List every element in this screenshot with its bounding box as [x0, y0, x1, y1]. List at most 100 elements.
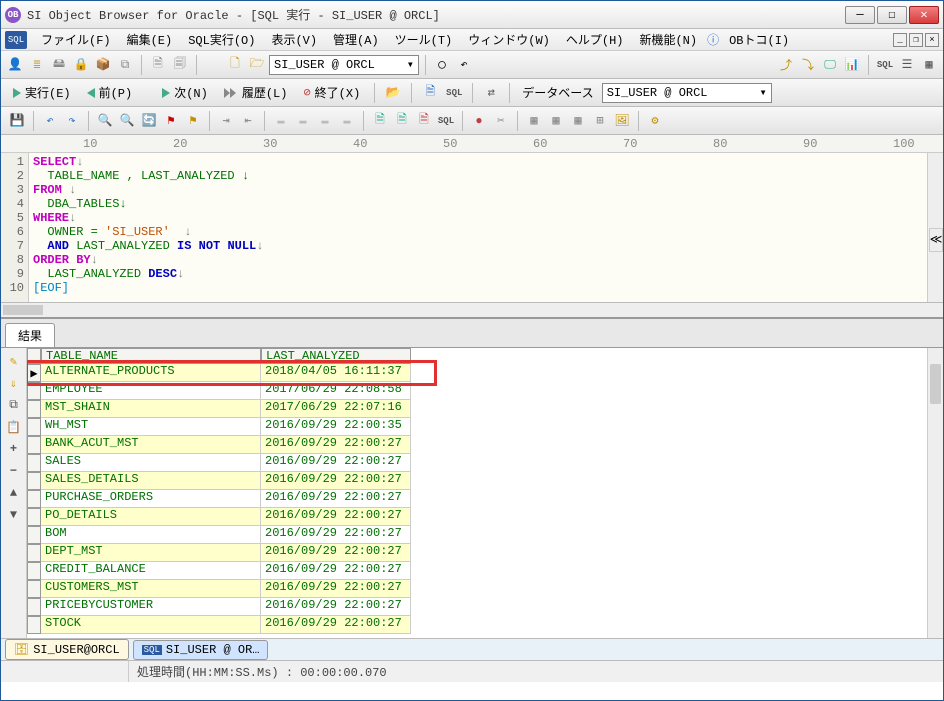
sql-sheet-icon[interactable]: SQL — [436, 111, 456, 131]
bookmark2-icon[interactable]: ⚑ — [183, 111, 203, 131]
table-row[interactable]: SALES_DETAILS2016/09/29 22:00:27 — [27, 472, 927, 490]
cell-last-analyzed[interactable]: 2016/09/29 22:00:27 — [261, 526, 411, 544]
cut-icon[interactable]: ✂ — [491, 111, 511, 131]
import-icon[interactable]: ⤵ — [798, 55, 818, 75]
add-row-icon[interactable]: + — [5, 440, 23, 458]
table-row[interactable]: PURCHASE_ORDERS2016/09/29 22:00:27 — [27, 490, 927, 508]
close-button[interactable]: ✕ — [909, 6, 939, 24]
undo-refresh-icon[interactable]: ↶ — [454, 55, 474, 75]
cell-last-analyzed[interactable]: 2016/09/29 22:00:35 — [261, 418, 411, 436]
grid1-icon[interactable]: ▦ — [524, 111, 544, 131]
sql-tool-icon[interactable]: SQL — [875, 55, 895, 75]
grid-tool-icon[interactable]: ▦ — [919, 55, 939, 75]
maximize-button[interactable]: ☐ — [877, 6, 907, 24]
table-row[interactable]: CREDIT_BALANCE2016/09/29 22:00:27 — [27, 562, 927, 580]
grid3-icon[interactable]: ▦ — [568, 111, 588, 131]
database-combo[interactable]: SI_USER @ ORCL ▾ — [602, 83, 772, 103]
menu-sql[interactable]: SQL実行(O) — [180, 29, 263, 50]
table-row[interactable]: MST_SHAIN2017/06/29 22:07:16 — [27, 400, 927, 418]
history-button[interactable]: 履歴(L) — [218, 82, 294, 103]
menu-view[interactable]: 表示(V) — [263, 29, 325, 50]
col-last-analyzed[interactable]: LAST_ANALYZED — [261, 348, 411, 364]
new-db-icon[interactable]: 🗋 — [225, 55, 245, 75]
cell-last-analyzed[interactable]: 2018/04/05 16:11:37 — [261, 364, 411, 382]
block2-icon[interactable]: ▬ — [293, 111, 313, 131]
commit-icon[interactable]: ⇓ — [5, 374, 23, 392]
cell-table-name[interactable]: PURCHASE_ORDERS — [41, 490, 261, 508]
table-row[interactable]: BOM2016/09/29 22:00:27 — [27, 526, 927, 544]
block4-icon[interactable]: ▬ — [337, 111, 357, 131]
outdent-icon[interactable]: ⇤ — [238, 111, 258, 131]
db-icon[interactable]: ≣ — [27, 55, 47, 75]
cell-last-analyzed[interactable]: 2017/06/29 22:08:58 — [261, 382, 411, 400]
cell-table-name[interactable]: ALTERNATE_PRODUCTS — [41, 364, 261, 382]
table-row[interactable]: WH_MST2016/09/29 22:00:35 — [27, 418, 927, 436]
table-row[interactable]: BANK_ACUT_MST2016/09/29 22:00:27 — [27, 436, 927, 454]
replace-icon[interactable]: 🔄 — [139, 111, 159, 131]
mdi-close-button[interactable]: × — [925, 33, 939, 47]
table-row[interactable]: EMPLOYEE2017/06/29 22:08:58 — [27, 382, 927, 400]
tab-result[interactable]: 結果 — [5, 323, 55, 347]
cell-last-analyzed[interactable]: 2017/06/29 22:07:16 — [261, 400, 411, 418]
run-button[interactable]: 実行(E) — [7, 82, 77, 103]
table-icon[interactable]: ⊞ — [590, 111, 610, 131]
editor-hscroll[interactable] — [1, 303, 943, 319]
find-next-icon[interactable]: 🔍 — [117, 111, 137, 131]
undo-icon[interactable]: ↶ — [40, 111, 60, 131]
open-db-icon[interactable]: 🗁 — [247, 55, 267, 75]
cell-table-name[interactable]: STOCK — [41, 616, 261, 634]
edit-icon[interactable]: ✎ — [5, 352, 23, 370]
menu-window[interactable]: ウィンドウ(W) — [460, 29, 558, 50]
cell-last-analyzed[interactable]: 2016/09/29 22:00:27 — [261, 454, 411, 472]
gear-icon[interactable]: ⚙ — [645, 111, 665, 131]
result-grid[interactable]: TABLE_NAME LAST_ANALYZED ▶ALTERNATE_PROD… — [27, 348, 927, 638]
image-icon[interactable]: 🖼 — [612, 111, 632, 131]
cell-last-analyzed[interactable]: 2016/09/29 22:00:27 — [261, 490, 411, 508]
connection-tab[interactable]: 🗄 SI_USER@ORCL — [5, 639, 129, 660]
copy-rows-icon[interactable]: ⧉ — [5, 396, 23, 414]
grid2-icon[interactable]: ▦ — [546, 111, 566, 131]
cell-table-name[interactable]: SALES_DETAILS — [41, 472, 261, 490]
table-row[interactable]: STOCK2016/09/29 22:00:27 — [27, 616, 927, 634]
cell-table-name[interactable]: MST_SHAIN — [41, 400, 261, 418]
export-icon[interactable]: ⤴ — [776, 55, 796, 75]
table-row[interactable]: DEPT_MST2016/09/29 22:00:27 — [27, 544, 927, 562]
chart-icon[interactable]: 📊 — [842, 55, 862, 75]
refresh-icon[interactable]: ◯ — [432, 55, 452, 75]
save-icon[interactable]: 💾 — [7, 111, 27, 131]
doc-icon[interactable]: 🗎 — [148, 55, 168, 75]
menu-file[interactable]: ファイル(F) — [33, 29, 119, 50]
sheet2-icon[interactable]: 🗎 — [392, 111, 412, 131]
menu-manage[interactable]: 管理(A) — [325, 29, 387, 50]
table-row[interactable]: SALES2016/09/29 22:00:27 — [27, 454, 927, 472]
package-icon[interactable]: 📦 — [93, 55, 113, 75]
cell-last-analyzed[interactable]: 2016/09/29 22:00:27 — [261, 598, 411, 616]
cell-table-name[interactable]: DEPT_MST — [41, 544, 261, 562]
doc2-icon[interactable]: 🗐 — [170, 55, 190, 75]
bookmark-icon[interactable]: ⚑ — [161, 111, 181, 131]
cell-table-name[interactable]: BOM — [41, 526, 261, 544]
open-folder-icon[interactable]: 📂 — [383, 83, 403, 103]
indent-icon[interactable]: ⇥ — [216, 111, 236, 131]
cell-table-name[interactable]: PRICEBYCUSTOMER — [41, 598, 261, 616]
cell-last-analyzed[interactable]: 2016/09/29 22:00:27 — [261, 580, 411, 598]
cell-last-analyzed[interactable]: 2016/09/29 22:00:27 — [261, 436, 411, 454]
sql-window-tab[interactable]: SQL SI_USER @ OR… — [133, 640, 269, 660]
record-icon[interactable]: ● — [469, 111, 489, 131]
lock-icon[interactable]: 🔒 — [71, 55, 91, 75]
sheet3-icon[interactable]: 🗎 — [414, 111, 434, 131]
next-button[interactable]: 次(N) — [156, 82, 214, 103]
cell-table-name[interactable]: WH_MST — [41, 418, 261, 436]
menu-obtoko[interactable]: OBトコ(I) — [721, 29, 797, 50]
user-icon[interactable]: 👤 — [5, 55, 25, 75]
table-row[interactable]: PO_DETAILS2016/09/29 22:00:27 — [27, 508, 927, 526]
sql-script-icon[interactable]: SQL — [444, 83, 464, 103]
list-tool-icon[interactable]: ☰ — [897, 55, 917, 75]
sql-editor[interactable]: 12345678910 SELECT↓ TABLE_NAME , LAST_AN… — [1, 153, 943, 303]
cell-last-analyzed[interactable]: 2016/09/29 22:00:27 — [261, 472, 411, 490]
mdi-minimize-button[interactable]: _ — [893, 33, 907, 47]
script-icon[interactable]: 🗎 — [420, 83, 440, 103]
redo-icon[interactable]: ↷ — [62, 111, 82, 131]
block3-icon[interactable]: ▬ — [315, 111, 335, 131]
table-row[interactable]: CUSTOMERS_MST2016/09/29 22:00:27 — [27, 580, 927, 598]
